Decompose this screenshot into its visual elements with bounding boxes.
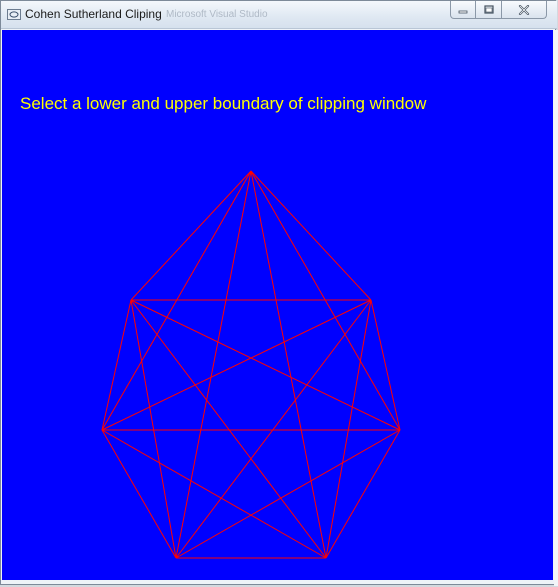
minimize-icon xyxy=(458,10,468,13)
close-button[interactable] xyxy=(502,1,547,19)
drawing-canvas[interactable]: Select a lower and upper boundary of cli… xyxy=(2,30,553,580)
window-title: Cohen Sutherland Cliping xyxy=(25,7,162,21)
app-window: Cohen Sutherland Cliping Microsoft Visua… xyxy=(0,0,558,586)
figure-line xyxy=(250,170,327,559)
window-controls xyxy=(450,1,547,20)
figure-line xyxy=(175,429,401,559)
figure-line xyxy=(370,299,401,431)
maximize-icon xyxy=(483,4,494,14)
figure-line xyxy=(130,170,252,301)
background-window-title: Microsoft Visual Studio xyxy=(166,9,268,20)
figure-line xyxy=(101,299,132,431)
figure-line xyxy=(101,429,327,559)
minimize-button[interactable] xyxy=(450,1,476,19)
figure-line xyxy=(130,299,327,559)
title-bar[interactable]: Cohen Sutherland Cliping Microsoft Visua… xyxy=(1,1,557,29)
close-icon xyxy=(518,4,530,15)
maximize-button[interactable] xyxy=(476,1,502,19)
heptagon-figure xyxy=(101,170,401,559)
figure-line xyxy=(175,299,372,559)
window-right-border xyxy=(554,30,558,586)
figure-line xyxy=(175,170,252,559)
figure-line xyxy=(250,170,372,301)
app-icon xyxy=(7,9,21,20)
